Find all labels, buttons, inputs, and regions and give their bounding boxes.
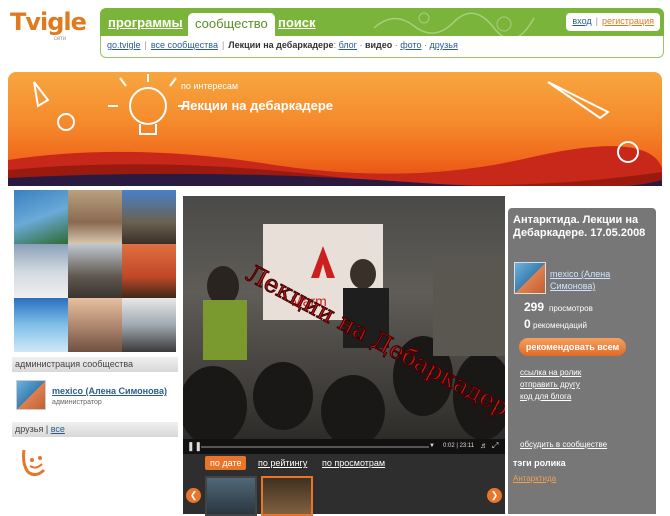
tag-link[interactable]: Антарктида [513, 474, 556, 483]
pause-icon[interactable]: ❚❚ [187, 441, 202, 452]
register-link[interactable]: регистрация [602, 16, 654, 26]
subnav-friends[interactable]: друзья [430, 40, 458, 50]
video-player[interactable]: Marm Лекции на Дебаркадере ❚❚ ▼ 0:02 | 2… [183, 196, 505, 454]
subnav-video: видео [364, 40, 393, 50]
login-link[interactable]: вход [572, 16, 591, 26]
site-header: Tvigle сети программы сообщество поиск в… [6, 4, 664, 60]
prev-arrow-icon[interactable]: ❮ [186, 488, 201, 503]
sort-by-rating[interactable]: по рейтингу [258, 458, 307, 468]
photo-thumb[interactable] [122, 190, 176, 244]
tab-programs[interactable]: программы [108, 15, 183, 30]
main-nav: программы сообщество поиск вход | регистра… [100, 8, 664, 36]
tags-header: тэги ролика [513, 458, 566, 468]
admin-user-link[interactable]: mexico (Алена Симонова) [52, 386, 167, 396]
seek-bar[interactable] [201, 446, 429, 448]
banner-illustration-icon [8, 74, 662, 186]
friends-all-link[interactable]: все [51, 424, 65, 434]
admin-role: администратор [52, 399, 102, 406]
video-link[interactable]: ссылка на ролик [520, 368, 581, 377]
logo-text: Tvigle [10, 8, 87, 36]
logo-subtext: сети [54, 36, 67, 42]
photo-thumb[interactable] [122, 298, 176, 352]
views-count: 299 [524, 300, 545, 314]
breadcrumb-all-communities[interactable]: все сообщества [151, 40, 218, 50]
friends-section-title: друзья [15, 424, 44, 434]
photo-thumb[interactable] [14, 244, 68, 298]
fullscreen-icon[interactable]: ⤢ [492, 441, 498, 451]
overlay-text: Лекции на Дебаркадере [242, 259, 505, 428]
photo-thumb[interactable] [68, 244, 122, 298]
friends-section-header: друзья | все [12, 422, 178, 437]
send-to-friend-link[interactable]: отправить другу [520, 380, 580, 389]
video-frame: Marm Лекции на Дебаркадере [183, 196, 505, 439]
tab-search[interactable]: поиск [278, 15, 316, 30]
time-display: 0:02 | 23:11 [443, 443, 475, 449]
avatar[interactable] [16, 380, 46, 410]
breadcrumb-go-tvigle[interactable]: go.tvigle [107, 40, 141, 50]
breadcrumb: go.tvigle | все сообщества | Лекции на дебар… [100, 36, 664, 58]
photo-thumb[interactable] [14, 190, 68, 244]
avatar[interactable] [514, 262, 546, 294]
sort-by-views[interactable]: по просмотрам [322, 458, 385, 468]
blog-code-link[interactable]: код для блога [520, 392, 571, 401]
breadcrumb-current[interactable]: Лекции на дебаркадере [228, 40, 333, 50]
photo-thumb[interactable] [122, 244, 176, 298]
views-label: просмотров [549, 304, 593, 313]
author-link[interactable]: mexico (Алена Симонова) [550, 268, 650, 292]
discuss-link[interactable]: обсудить в сообществе [520, 440, 607, 449]
player-controls: ❚❚ ▼ 0:02 | 23:11 ♬ ⤢ [183, 439, 505, 454]
login-box: вход | регистрация [566, 13, 660, 31]
subnav-photo[interactable]: фото [400, 40, 421, 50]
video-thumb[interactable] [261, 476, 313, 516]
tvigle-logo[interactable]: Tvigle сети [6, 6, 87, 46]
community-photo-grid [14, 190, 176, 352]
photo-thumb[interactable] [68, 190, 122, 244]
swirl-pattern-icon [373, 12, 535, 36]
subnav-blog[interactable]: блог [339, 40, 357, 50]
photo-thumb[interactable] [68, 298, 122, 352]
banner-subtitle: по интересам [181, 81, 239, 91]
recs-count: 0 [524, 317, 531, 331]
next-arrow-icon[interactable]: ❯ [487, 488, 502, 503]
community-banner: по интересам Лекции на дебаркадере [8, 72, 662, 186]
volume-icon[interactable]: ♬ [480, 441, 488, 450]
banner-title: Лекции на дебаркадере [181, 98, 334, 113]
tab-community[interactable]: сообщество [188, 13, 275, 36]
admin-section-header: администрация сообщества [12, 357, 178, 372]
download-icon[interactable]: ▼ [429, 443, 435, 449]
video-thumb[interactable] [205, 476, 257, 516]
sort-by-date[interactable]: по дате [205, 456, 247, 470]
photo-thumb[interactable] [14, 298, 68, 352]
recommend-button[interactable]: рекомендовать всем [519, 338, 626, 356]
recs-label: рекомендаций [533, 321, 587, 330]
video-title: Антарктида. Лекции на Дебаркадере. 17.05… [513, 214, 646, 239]
video-info-panel: Антарктида. Лекции на Дебаркадере. 17.05… [508, 208, 656, 514]
friend-tvigle-logo-icon[interactable] [18, 446, 50, 478]
admin-section-title: администрация сообщества [15, 359, 134, 369]
video-title-overlay: Лекции на Дебаркадере [241, 259, 505, 429]
